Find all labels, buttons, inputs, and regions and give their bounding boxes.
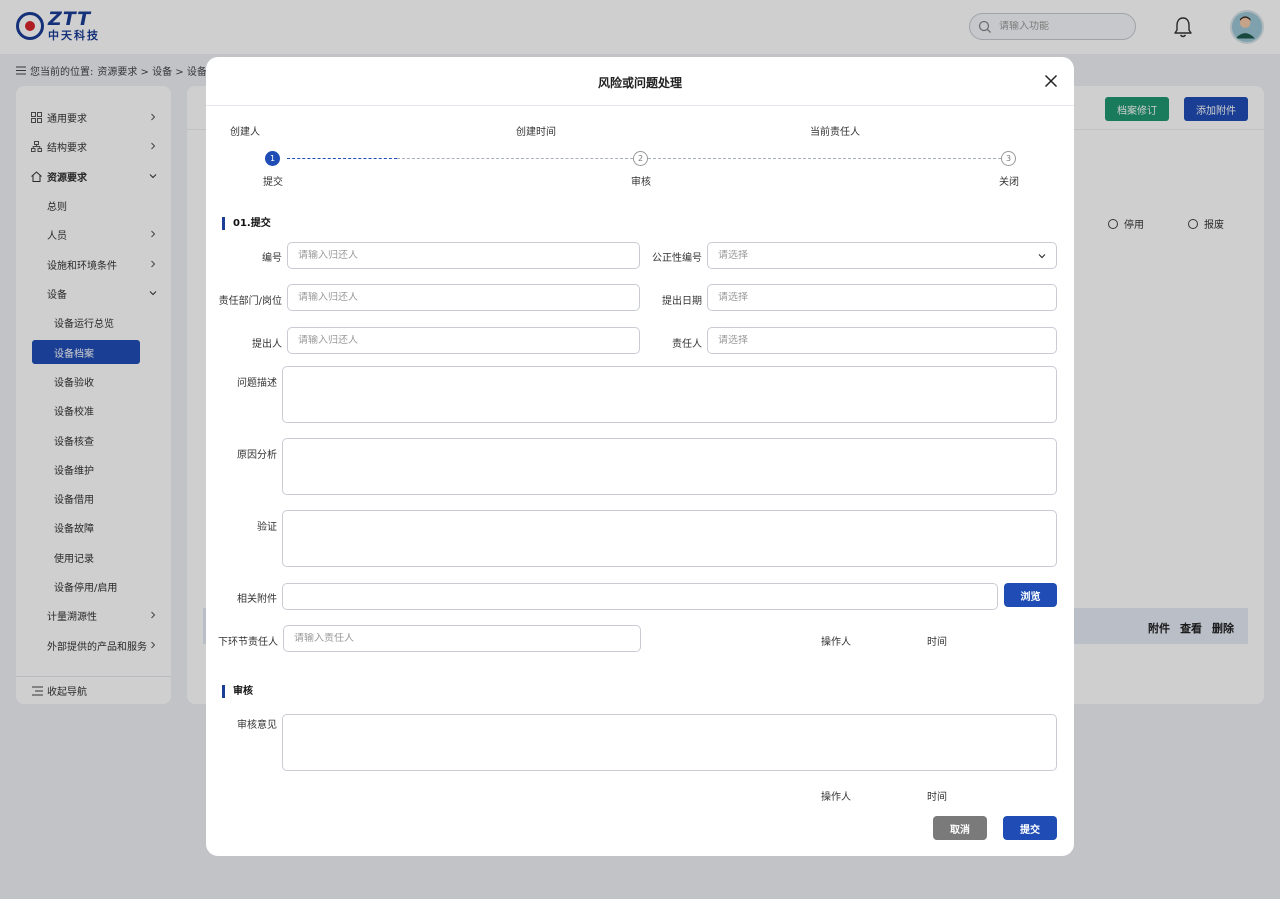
cause-label: 原因分析 xyxy=(237,450,277,461)
code-field[interactable] xyxy=(287,242,640,269)
fair-code-label: 公正性编号 xyxy=(652,253,702,264)
step-3-circle[interactable]: 3 xyxy=(1001,151,1016,166)
review-opinion-area[interactable] xyxy=(282,714,1057,771)
chevron-down-icon xyxy=(1038,254,1046,259)
review-operator-label: 操作人 xyxy=(821,792,851,803)
section-submit-title: 01.提交 xyxy=(222,217,271,230)
fair-code-input[interactable] xyxy=(718,250,1056,261)
section-review-title: 审核 xyxy=(222,685,253,698)
verify-label: 验证 xyxy=(257,522,277,533)
desc-area[interactable] xyxy=(282,366,1057,423)
step-1-circle[interactable]: 1 xyxy=(265,151,280,166)
attach-label: 相关附件 xyxy=(237,594,277,605)
dept-field[interactable] xyxy=(287,284,640,311)
proposer-label: 提出人 xyxy=(252,339,282,350)
code-input[interactable] xyxy=(298,250,639,261)
desc-textarea[interactable] xyxy=(283,367,1056,422)
operator-label: 操作人 xyxy=(821,637,851,648)
step-progress-line xyxy=(287,158,397,159)
verify-textarea[interactable] xyxy=(283,511,1056,566)
time-label: 时间 xyxy=(927,637,947,648)
step-1-label: 提交 xyxy=(263,177,283,188)
dept-input[interactable] xyxy=(298,292,639,303)
resp-input[interactable] xyxy=(718,335,1056,346)
proposer-input[interactable] xyxy=(298,335,639,346)
date-label: 提出日期 xyxy=(662,296,702,307)
cause-textarea[interactable] xyxy=(283,439,1056,494)
code-label: 编号 xyxy=(262,253,282,264)
review-time-label: 时间 xyxy=(927,792,947,803)
step-pending-line xyxy=(397,158,633,159)
step-pending-line xyxy=(648,158,1001,159)
close-icon[interactable] xyxy=(1044,74,1058,88)
date-input[interactable] xyxy=(718,292,1056,303)
review-opinion-label: 审核意见 xyxy=(237,720,277,731)
dept-label: 责任部门/岗位 xyxy=(218,296,282,307)
meta-creator: 创建人 xyxy=(230,127,260,138)
date-picker[interactable] xyxy=(707,284,1057,311)
next-resp-field[interactable] xyxy=(283,625,641,652)
resp-label: 责任人 xyxy=(672,339,702,350)
dialog-divider xyxy=(206,105,1074,106)
fair-code-select[interactable] xyxy=(707,242,1057,269)
dialog-title: 风险或问题处理 xyxy=(597,76,682,90)
review-opinion-textarea[interactable] xyxy=(283,715,1056,770)
resp-select[interactable] xyxy=(707,327,1057,354)
verify-area[interactable] xyxy=(282,510,1057,567)
cause-area[interactable] xyxy=(282,438,1057,495)
meta-created-time: 创建时间 xyxy=(516,127,556,138)
step-2-circle[interactable]: 2 xyxy=(633,151,648,166)
attach-field[interactable] xyxy=(282,583,998,610)
submit-button[interactable]: 提交 xyxy=(1003,816,1057,840)
next-resp-input[interactable] xyxy=(294,633,640,644)
risk-issue-dialog: 风险或问题处理 创建人 创建时间 当前责任人 1 2 3 提交 审核 关闭 01… xyxy=(206,57,1074,856)
desc-label: 问题描述 xyxy=(237,378,277,389)
proposer-field[interactable] xyxy=(287,327,640,354)
next-resp-label: 下环节责任人 xyxy=(218,637,278,648)
meta-current-owner: 当前责任人 xyxy=(810,127,860,138)
step-2-label: 审核 xyxy=(631,177,651,188)
cancel-button[interactable]: 取消 xyxy=(933,816,987,840)
browse-button[interactable]: 浏览 xyxy=(1004,583,1057,607)
step-3-label: 关闭 xyxy=(999,177,1019,188)
